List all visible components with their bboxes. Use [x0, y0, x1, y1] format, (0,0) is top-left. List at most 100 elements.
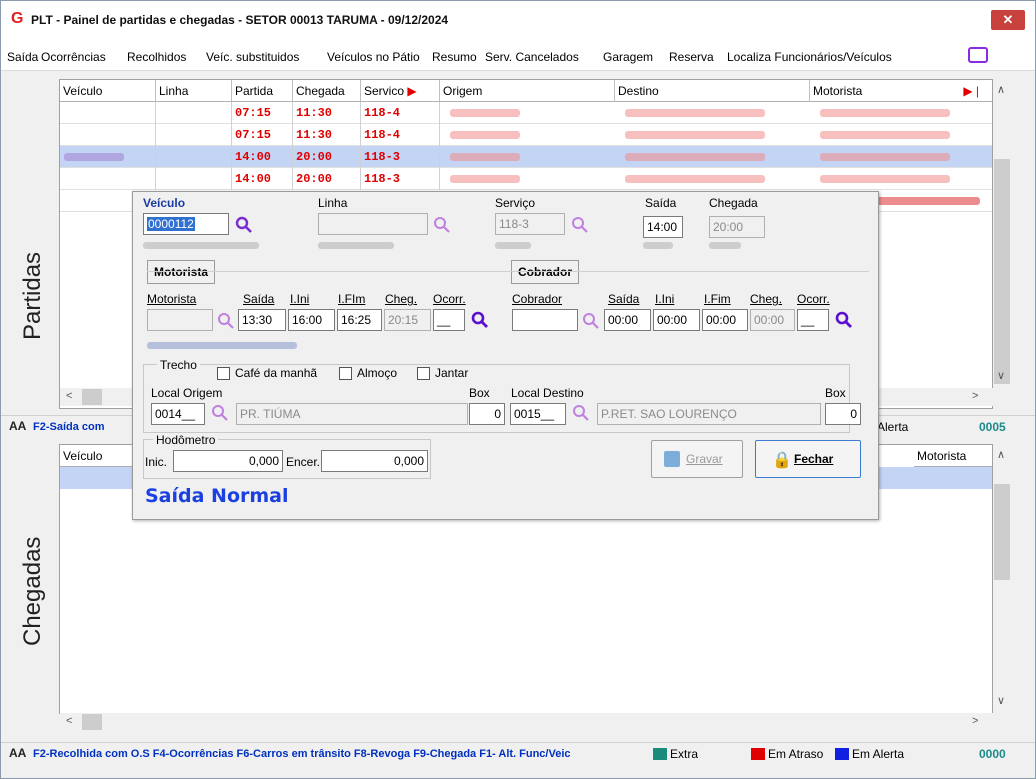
- col-servico[interactable]: Servico ▶: [361, 80, 440, 102]
- jantar-label: Jantar: [435, 366, 469, 380]
- menu-recolhidos[interactable]: Recolhidos: [127, 50, 186, 64]
- cafe-checkbox[interactable]: [217, 367, 230, 380]
- col-motorista[interactable]: Motorista ▶ |: [810, 80, 992, 102]
- menu-reserva[interactable]: Reserva: [669, 50, 714, 64]
- cob-ifim-label: I.Fim: [704, 292, 731, 306]
- col-linha[interactable]: Linha: [156, 80, 232, 102]
- legend-atraso-swatch: [751, 748, 765, 760]
- destino-name-input[interactable]: P.RET. SAO LOURENÇO: [597, 403, 821, 425]
- chegadas-hscroll[interactable]: < >: [60, 713, 993, 731]
- search-motorista-icon[interactable]: [217, 312, 235, 330]
- search-linha-icon[interactable]: [433, 216, 451, 234]
- servico-input[interactable]: 118-3: [495, 213, 565, 235]
- menu-ocorrencias[interactable]: Ocorrências: [41, 50, 106, 64]
- cob-saida-input[interactable]: 00:00: [604, 309, 651, 331]
- legend-extra-swatch: [653, 748, 667, 760]
- mot-cheg-input[interactable]: 20:15: [384, 309, 431, 331]
- jantar-checkbox[interactable]: [417, 367, 430, 380]
- search-destino-icon[interactable]: [572, 404, 590, 422]
- destino-code-input[interactable]: 0015__: [510, 403, 566, 425]
- linha-input[interactable]: [318, 213, 428, 235]
- search-cob-ocorr-icon[interactable]: [835, 311, 853, 329]
- cob-ocorr-input[interactable]: __: [797, 309, 829, 331]
- origem-code-input[interactable]: 0014__: [151, 403, 205, 425]
- cob-ocorr-label: Ocorr.: [797, 292, 830, 306]
- close-button[interactable]: ✕: [991, 10, 1025, 30]
- scroll-right-icon[interactable]: >: [972, 715, 978, 727]
- almoco-label: Almoço: [357, 366, 398, 380]
- cob-cheg-label: Cheg.: [750, 292, 783, 306]
- table-row[interactable]: 07:15 11:30 118-4: [60, 124, 992, 146]
- cobrador-group[interactable]: Cobrador: [511, 260, 579, 284]
- col-chegada[interactable]: Chegada: [293, 80, 361, 102]
- origem-name-input[interactable]: PR. TIÚMA: [236, 403, 468, 425]
- search-servico-icon[interactable]: [571, 216, 589, 234]
- col-partida[interactable]: Partida: [232, 80, 293, 102]
- mot-iini-input[interactable]: 16:00: [288, 309, 335, 331]
- veiculo-input[interactable]: 0000112: [143, 213, 229, 235]
- menu-garagem[interactable]: Garagem: [603, 50, 653, 64]
- scroll-left-icon[interactable]: <: [66, 715, 72, 727]
- menu-saida[interactable]: Saída: [7, 50, 38, 64]
- menu-serv-cancelados[interactable]: Serv. Cancelados: [485, 50, 579, 64]
- menu-veiculos-patio[interactable]: Veículos no Pátio: [327, 50, 420, 64]
- cell-servico: 118-4: [361, 124, 440, 146]
- motorista-input[interactable]: [147, 309, 213, 331]
- chat-icon[interactable]: [968, 47, 988, 63]
- col-motorista[interactable]: Motorista: [914, 445, 992, 467]
- cell-chegada: 20:00: [293, 168, 361, 190]
- chegadas-label: Chegadas: [19, 536, 46, 646]
- save-icon: [664, 451, 680, 467]
- col-veiculo[interactable]: Veículo: [60, 80, 156, 102]
- search-mot-ocorr-icon[interactable]: [471, 311, 489, 329]
- search-veiculo-icon[interactable]: [235, 216, 253, 234]
- encer-input[interactable]: 0,000: [321, 450, 428, 472]
- cell-servico: 118-4: [361, 102, 440, 124]
- box-origem-input[interactable]: 0: [469, 403, 505, 425]
- mot-ocorr-input[interactable]: __: [433, 309, 465, 331]
- col-origem[interactable]: Origem: [440, 80, 615, 102]
- sort-arrow-icon: ▶: [407, 84, 417, 98]
- menu-resumo[interactable]: Resumo: [432, 50, 477, 64]
- saida-normal-status: Saída Normal: [145, 485, 289, 507]
- font-icon[interactable]: AA: [9, 419, 26, 433]
- motorista-group[interactable]: Motorista: [147, 260, 215, 284]
- cell-partida: 07:15: [232, 124, 293, 146]
- box-destino-input[interactable]: 0: [825, 403, 861, 425]
- menu-veic-substituidos[interactable]: Veíc. substituidos: [206, 50, 299, 64]
- gravar-button[interactable]: Gravar: [651, 440, 743, 478]
- search-cobrador-icon[interactable]: [582, 312, 600, 330]
- mot-ifim-input[interactable]: 16:25: [337, 309, 382, 331]
- table-row[interactable]: 07:15 11:30 118-4: [60, 102, 992, 124]
- scroll-thumb[interactable]: [994, 484, 1010, 580]
- col-servico-label: Servico: [364, 84, 405, 98]
- almoco-checkbox[interactable]: [339, 367, 352, 380]
- table-row[interactable]: 14:00 20:00 118-3: [60, 168, 992, 190]
- cob-iini-input[interactable]: 00:00: [653, 309, 700, 331]
- fechar-button[interactable]: 🔒 Fechar: [755, 440, 861, 478]
- cob-cheg-input[interactable]: 00:00: [750, 309, 795, 331]
- legend-extra: Extra: [670, 747, 699, 761]
- inic-input[interactable]: 0,000: [173, 450, 283, 472]
- table-row-selected[interactable]: 14:00 20:00 118-3: [60, 146, 992, 168]
- partidas-vscroll[interactable]: ∧ ∨: [993, 79, 1011, 409]
- search-origem-icon[interactable]: [211, 404, 229, 422]
- cobrador-input[interactable]: [512, 309, 578, 331]
- col-destino[interactable]: Destino: [615, 80, 810, 102]
- encer-label: Encer.: [286, 455, 321, 469]
- menu-localiza[interactable]: Localiza Funcionários/Veículos: [727, 50, 892, 64]
- font-icon[interactable]: AA: [9, 746, 26, 760]
- chegadas-vscroll[interactable]: ∧ ∨: [993, 444, 1011, 714]
- saida-input[interactable]: 14:00: [643, 216, 683, 238]
- scroll-right-icon[interactable]: >: [972, 390, 978, 402]
- window-title: PLT - Painel de partidas e chegadas - SE…: [31, 13, 449, 27]
- mot-iini-label: I.Ini: [290, 292, 310, 306]
- mot-saida-input[interactable]: 13:30: [238, 309, 286, 331]
- mot-ocorr-label: Ocorr.: [433, 292, 466, 306]
- linha-label: Linha: [318, 196, 348, 210]
- legend-alerta: Em Alerta: [852, 747, 905, 761]
- scroll-left-icon[interactable]: <: [66, 390, 72, 402]
- chegada-input[interactable]: 20:00: [709, 216, 765, 238]
- cob-ifim-input[interactable]: 00:00: [702, 309, 748, 331]
- scroll-thumb[interactable]: [994, 159, 1010, 384]
